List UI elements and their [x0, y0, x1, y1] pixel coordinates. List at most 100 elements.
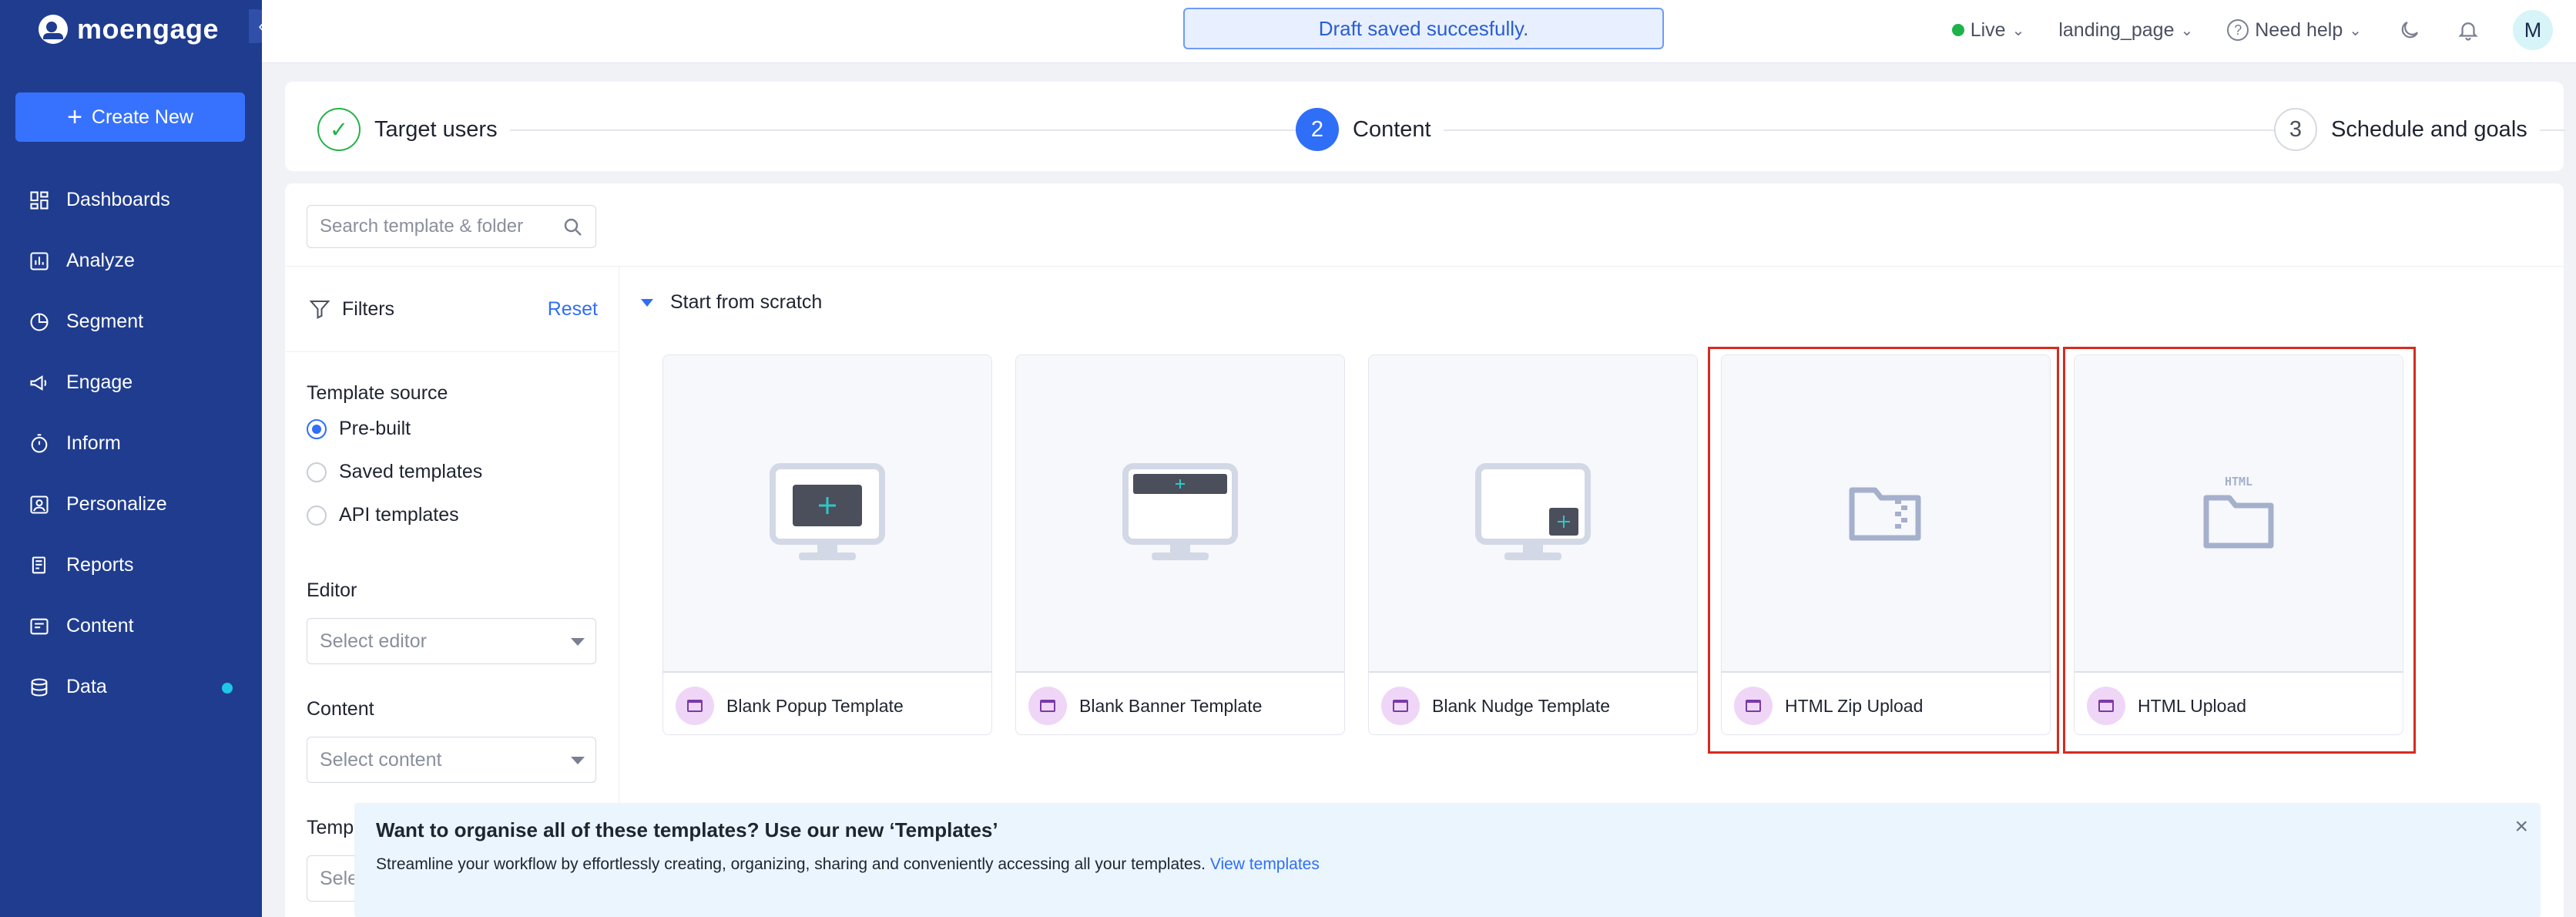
top-bar-actions: Live ⌄ landing_page ⌄ ? Need help ⌄ M — [1951, 0, 2576, 60]
dashboard-icon — [28, 189, 51, 212]
need-help-dropdown[interactable]: ? Need help ⌄ — [2227, 19, 2362, 42]
sidebar-item-label: Segment — [66, 311, 144, 332]
caret-down-icon — [571, 638, 585, 646]
radio-label: API templates — [339, 504, 459, 526]
template-type-icon — [1028, 687, 1067, 725]
template-footer: Blank Popup Template — [676, 687, 904, 725]
step-content[interactable]: 2 Content — [1296, 108, 1444, 151]
template-name: Blank Popup Template — [726, 695, 904, 716]
notifications-button[interactable] — [2454, 16, 2482, 44]
sidebar-item-personalize[interactable]: Personalize — [0, 474, 262, 535]
close-icon[interactable]: × — [2514, 814, 2528, 840]
sidebar-item-engage[interactable]: Engage — [0, 352, 262, 413]
template-thumbnail — [1369, 355, 1697, 673]
radio-selected-icon — [307, 418, 327, 439]
sidebar-item-label: Reports — [66, 554, 134, 576]
bell-icon — [2458, 22, 2478, 41]
template-card-blank-nudge[interactable]: Blank Nudge Template — [1368, 354, 1698, 735]
chevron-down-icon: ⌄ — [2349, 22, 2362, 39]
radio-label: Pre-built — [339, 418, 411, 439]
moengage-logo-icon — [39, 15, 68, 44]
radio-api-templates[interactable]: API templates — [307, 504, 459, 526]
template-type-icon — [676, 687, 714, 725]
caret-down-icon — [571, 757, 585, 764]
brand-logo[interactable]: moengage — [39, 12, 219, 46]
editor-select[interactable]: Select editor — [307, 618, 596, 664]
filter-icon — [309, 301, 330, 319]
create-new-button[interactable]: + Create New — [15, 92, 245, 142]
workspace-label: landing_page — [2058, 18, 2175, 41]
sidebar-item-reports[interactable]: Reports — [0, 535, 262, 596]
template-footer: Blank Nudge Template — [1381, 687, 1610, 725]
sidebar-item-label: Data — [66, 676, 107, 697]
radio-pre-built[interactable]: Pre-built — [307, 418, 411, 440]
content-placeholder: Select content — [320, 748, 442, 771]
step-number: 3 — [2274, 108, 2317, 151]
highlight-box — [2063, 347, 2416, 754]
template-source-label: Template source — [307, 382, 448, 404]
content-select[interactable]: Select content — [307, 737, 596, 783]
sidebar-nav: Dashboards Analyze Segment Engage Inform — [0, 170, 262, 717]
live-status-dot — [1951, 24, 1964, 36]
radio-unselected-icon — [307, 462, 327, 482]
need-help-label: Need help — [2255, 18, 2343, 41]
sidebar-item-content[interactable]: Content — [0, 596, 262, 657]
draft-saved-toast: Draft saved succesfully. — [1183, 8, 1664, 49]
nudge-monitor-icon — [1475, 463, 1591, 560]
sidebar-item-dashboards[interactable]: Dashboards — [0, 170, 262, 230]
step-label: Target users — [374, 116, 498, 142]
document-icon — [28, 554, 51, 577]
view-templates-link[interactable]: View templates — [1210, 855, 1320, 873]
chevron-down-icon: ⌄ — [2180, 22, 2194, 39]
sidebar: moengage ‹ + Create New Dashboards Analy… — [0, 0, 273, 917]
caret-down-icon — [641, 298, 653, 307]
template-type-icon — [1381, 687, 1420, 725]
banner-monitor-icon — [1122, 463, 1238, 560]
editor-placeholder: Select editor — [320, 630, 427, 652]
start-from-scratch-toggle[interactable]: Start from scratch — [641, 291, 822, 314]
plus-icon: + — [67, 102, 82, 132]
workspace-dropdown[interactable]: landing_page ⌄ — [2058, 19, 2193, 42]
database-icon — [28, 676, 51, 699]
search-box[interactable] — [307, 205, 596, 248]
megaphone-icon — [28, 371, 51, 395]
person-board-icon — [28, 493, 51, 516]
chevron-down-icon: ⌄ — [2011, 22, 2025, 39]
filters-label: Filters — [342, 297, 395, 320]
top-bar: Draft saved succesfully. Live ⌄ landing_… — [262, 0, 2576, 63]
template-card-blank-banner[interactable]: Blank Banner Template — [1015, 354, 1345, 735]
content-label: Content — [307, 698, 374, 720]
editor-label: Editor — [307, 579, 357, 601]
stopwatch-icon — [28, 432, 51, 455]
sidebar-item-analyze[interactable]: Analyze — [0, 230, 262, 291]
highlight-box — [1708, 347, 2059, 754]
environment-dropdown[interactable]: Live ⌄ — [1951, 19, 2025, 42]
template-name: Blank Nudge Template — [1432, 695, 1610, 716]
step-schedule-goals[interactable]: 3 Schedule and goals — [2274, 108, 2540, 151]
pie-chart-icon — [28, 311, 51, 334]
checkmark-icon: ✓ — [317, 108, 361, 151]
sidebar-item-label: Analyze — [66, 250, 135, 271]
reset-filters-link[interactable]: Reset — [548, 298, 598, 321]
bar-chart-icon — [28, 250, 51, 273]
brand-name: moengage — [77, 13, 220, 45]
step-label: Content — [1353, 116, 1431, 142]
sidebar-item-segment[interactable]: Segment — [0, 291, 262, 352]
sidebar-item-inform[interactable]: Inform — [0, 413, 262, 474]
banner-title: Want to organise all of these templates?… — [376, 818, 998, 841]
moon-icon — [2401, 21, 2419, 39]
search-input[interactable] — [320, 216, 551, 237]
sidebar-item-label: Personalize — [66, 493, 167, 515]
search-icon[interactable] — [562, 216, 585, 239]
sidebar-item-label: Engage — [66, 371, 133, 393]
radio-saved-templates[interactable]: Saved templates — [307, 461, 482, 483]
step-target-users[interactable]: ✓ Target users — [317, 108, 510, 151]
user-avatar[interactable]: M — [2513, 10, 2553, 50]
step-number: 2 — [1296, 108, 1339, 151]
help-icon: ? — [2227, 19, 2249, 41]
sidebar-item-data[interactable]: Data — [0, 657, 262, 717]
dark-mode-button[interactable] — [2396, 16, 2423, 44]
template-card-blank-popup[interactable]: Blank Popup Template — [662, 354, 992, 735]
template-footer: Blank Banner Template — [1028, 687, 1262, 725]
search-row — [285, 183, 2564, 267]
